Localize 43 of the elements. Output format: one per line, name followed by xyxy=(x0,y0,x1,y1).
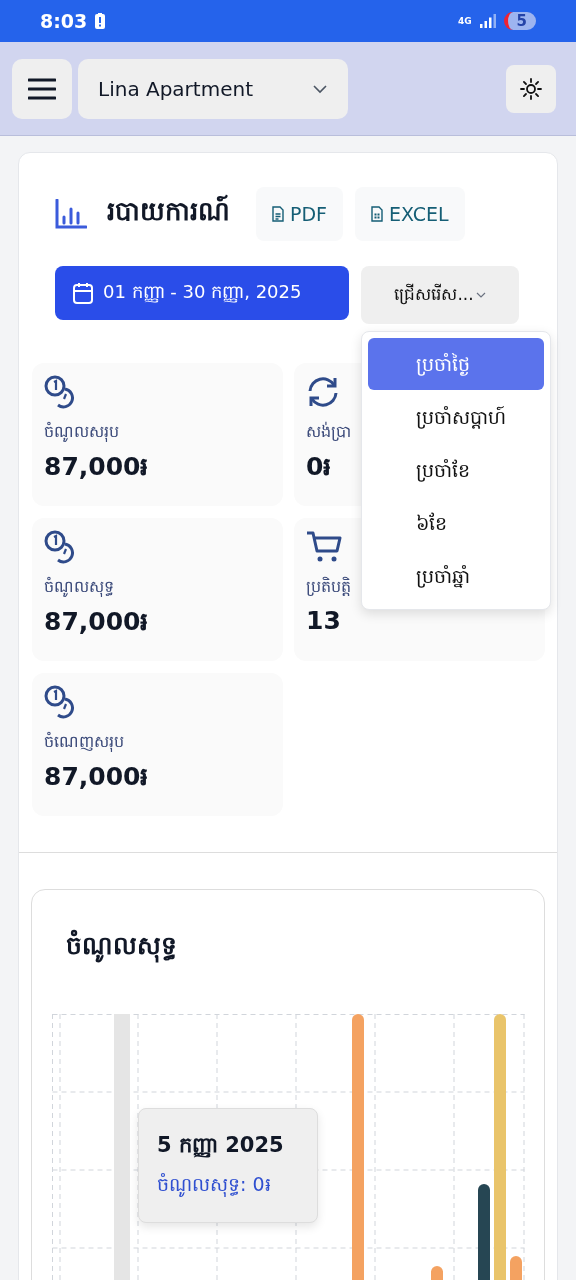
tooltip-date: 5 កញ្ញា 2025 xyxy=(157,1132,285,1160)
stat-value: 13 xyxy=(306,606,341,635)
excel-export-button[interactable]: EXCEL xyxy=(355,187,465,241)
chart-bar xyxy=(431,1266,443,1280)
chevron-down-icon xyxy=(312,83,328,94)
stat-value: 87,000៛ xyxy=(44,606,149,638)
network-type: 4G xyxy=(457,16,472,26)
stat-label: ប្រតិបត្តិ xyxy=(306,576,351,598)
tooltip-value: ចំណូលសុទ្ធ: 0៛ xyxy=(157,1172,272,1199)
period-option[interactable]: ប្រចាំសប្ដាហ៍ xyxy=(368,391,544,443)
refresh-icon xyxy=(306,375,340,409)
property-select[interactable]: Lina Apartment xyxy=(78,58,348,119)
stat-label: ចំណេញសរុប xyxy=(44,731,124,754)
spreadsheet-icon xyxy=(371,206,384,222)
theme-toggle-button[interactable] xyxy=(506,64,556,113)
stat-value: 0៛ xyxy=(306,451,332,483)
report-title: របាយការណ៍ xyxy=(107,195,230,228)
period-option[interactable]: ៦ខែ xyxy=(368,497,544,549)
stat-value: 87,000៛ xyxy=(44,451,149,483)
bar-chart-icon xyxy=(55,199,87,229)
menu-button[interactable] xyxy=(12,58,72,119)
stat-label: ចំណូលសុទ្ធ xyxy=(44,576,114,599)
period-select[interactable]: ជ្រើសរើស... xyxy=(361,266,519,324)
status-time: 8:03 xyxy=(40,10,88,32)
chevron-down-icon xyxy=(475,292,486,298)
period-option[interactable]: ប្រចាំថ្ងៃ xyxy=(368,338,544,390)
battery-level: 5 xyxy=(503,12,536,30)
chart-title: ចំណូលសុទ្ធ xyxy=(66,930,544,966)
period-option[interactable]: ប្រចាំឆ្នាំ xyxy=(368,550,544,602)
signal-icon xyxy=(479,14,496,28)
stat-label: ចំណូលសរុប xyxy=(44,421,119,444)
sun-icon xyxy=(520,77,542,100)
pdf-export-button[interactable]: PDF xyxy=(256,187,344,241)
battery-alert-icon xyxy=(95,13,106,29)
period-option[interactable]: ប្រចាំខែ xyxy=(368,444,544,496)
cart-icon xyxy=(306,530,342,564)
date-range-button[interactable]: 01 កញ្ញា - 30 កញ្ញា, 2025 xyxy=(55,266,349,320)
stat-label: សង់ប្រា xyxy=(306,421,351,443)
menu-icon xyxy=(28,77,56,100)
document-icon xyxy=(272,206,284,222)
calendar-icon xyxy=(73,282,93,304)
chart-bar xyxy=(510,1256,522,1280)
stat-value: 87,000៛ xyxy=(44,761,149,793)
